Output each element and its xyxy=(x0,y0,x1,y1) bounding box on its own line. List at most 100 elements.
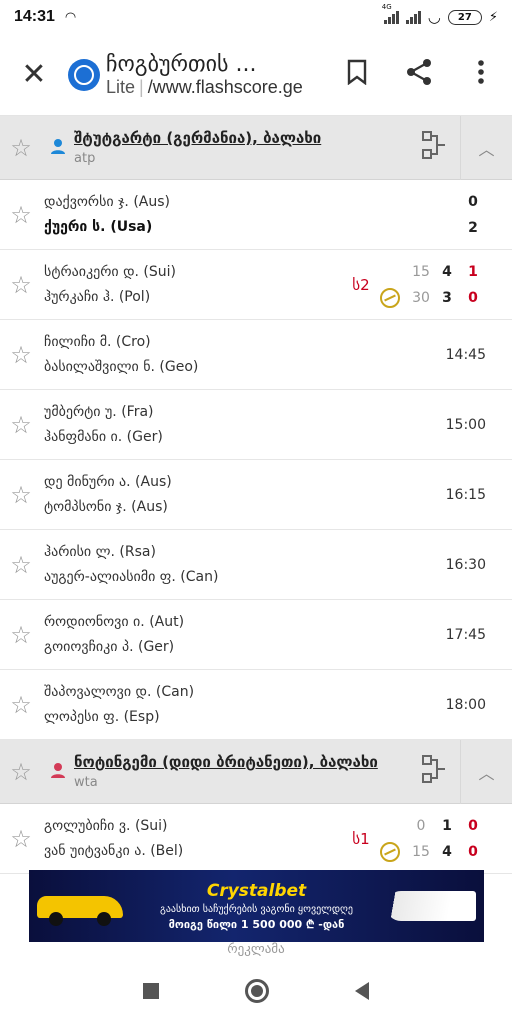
player-away: ტომპსონი ჯ. (Aus) xyxy=(44,499,168,515)
browser-toolbar: ✕ ჩოგბურთის ... Lite |/www.flashscore.ge xyxy=(0,34,512,116)
collapse-button[interactable]: ︿ xyxy=(460,739,512,804)
start-time: 16:15 xyxy=(445,486,486,503)
wifi-icon: ◠ xyxy=(64,9,77,25)
match-row[interactable]: ☆ როდიონოვი ი. (Aut) გოიოვჩიკი პ. (Ger) … xyxy=(0,600,512,670)
star-icon[interactable]: ☆ xyxy=(0,551,42,579)
star-icon[interactable]: ☆ xyxy=(0,481,42,509)
score-away: 2 xyxy=(468,219,478,236)
atp-player-icon xyxy=(42,138,74,158)
player-home: სტრაიკერი დ. (Sui) xyxy=(44,264,176,280)
player-home: დე მინური ა. (Aus) xyxy=(44,474,172,490)
star-icon[interactable]: ☆ xyxy=(0,621,42,649)
star-icon[interactable]: ☆ xyxy=(0,691,42,719)
network-type: 4G xyxy=(381,3,392,11)
league-name[interactable]: შტუტგარტი (გერმანია), ბალახი xyxy=(74,129,408,147)
sets-won: 0 xyxy=(468,843,478,860)
bookmark-button[interactable] xyxy=(326,59,388,91)
collapse-button[interactable]: ︿ xyxy=(460,115,512,180)
match-row[interactable]: ☆ დე მინური ა. (Aus) ტომპსონი ჯ. (Aus) 1… xyxy=(0,460,512,530)
player-home: დაქვორსი ჯ. (Aus) xyxy=(44,194,170,210)
match-list: ☆ შტუტგარტი (გერმანია), ბალახი atp ︿ ☆ დ… xyxy=(0,115,512,874)
page-title: ჩოგბურთის ... xyxy=(106,51,257,77)
league-name[interactable]: ნოტინგემი (დიდი ბრიტანეთი), ბალახი xyxy=(74,753,408,771)
match-row-live[interactable]: ☆ გოლუბიჩი ვ. (Sui) ვან უიტვანკი ა. (Bel… xyxy=(0,804,512,874)
match-row[interactable]: ☆ ჩილიჩი მ. (Cro) ბასილაშვილი ნ. (Geo) 1… xyxy=(0,320,512,390)
league-header[interactable]: ☆ შტუტგარტი (გერმანია), ბალახი atp ︿ xyxy=(0,115,512,180)
match-row[interactable]: ☆ უმბერტი უ. (Fra) ჰანფმანი ი. (Ger) 15:… xyxy=(0,390,512,460)
set-games: 4 xyxy=(442,263,452,280)
address-block[interactable]: ჩოგბურთის ... Lite |/www.flashscore.ge xyxy=(106,52,326,98)
game-points: 15 xyxy=(412,263,430,280)
sets-won: 0 xyxy=(468,289,478,306)
status-bar: 14:31 ◠ 4G ◡ 27 ⚡ xyxy=(0,0,512,34)
chevron-up-icon: ︿ xyxy=(478,139,495,159)
player-away: ბასილაშვილი ნ. (Geo) xyxy=(44,359,199,375)
player-away: ლოპესი ფ. (Esp) xyxy=(44,709,160,725)
score-home: 0 xyxy=(468,193,478,210)
back-icon[interactable] xyxy=(355,982,369,1000)
draw-icon[interactable] xyxy=(408,130,460,166)
start-time: 17:45 xyxy=(445,626,486,643)
player-away: გოიოვჩიკი პ. (Ger) xyxy=(44,639,175,655)
draw-icon[interactable] xyxy=(408,754,460,790)
ad-banner[interactable]: Crystalbet გაასხით საჩუქრების ვაგონი ყოვ… xyxy=(29,870,484,942)
player-away: ჰანფმანი ი. (Ger) xyxy=(44,429,163,445)
star-icon[interactable]: ☆ xyxy=(0,758,42,786)
signal-icon: 4G xyxy=(382,3,399,24)
league-tour: wta xyxy=(74,775,98,790)
player-away: ვან უიტვანკი ა. (Bel) xyxy=(44,843,184,859)
match-row-live[interactable]: ☆ სტრაიკერი დ. (Sui) ჰურკაჩი ჰ. (Pol) ს2… xyxy=(0,250,512,320)
game-points: 0 xyxy=(416,817,426,834)
chevron-up-icon: ︿ xyxy=(478,763,495,783)
league-info: შტუტგარტი (გერმანია), ბალახი atp xyxy=(74,129,408,166)
player-home: როდიონოვი ი. (Aut) xyxy=(44,614,185,630)
clock: 14:31 xyxy=(14,8,55,25)
recents-icon[interactable] xyxy=(143,983,159,999)
menu-button[interactable] xyxy=(450,59,512,91)
url-line: Lite |/www.flashscore.ge xyxy=(106,76,303,97)
league-header[interactable]: ☆ ნოტინგემი (დიდი ბრიტანეთი), ბალახი wta… xyxy=(0,739,512,804)
star-icon[interactable]: ☆ xyxy=(0,825,42,853)
sets-won: 1 xyxy=(468,263,478,280)
game-points: 15 xyxy=(412,843,430,860)
set-games: 4 xyxy=(442,843,452,860)
star-icon[interactable]: ☆ xyxy=(0,201,42,229)
start-time: 16:30 xyxy=(445,556,486,573)
site-logo-icon xyxy=(68,58,100,91)
wta-player-icon xyxy=(42,762,74,782)
sets-won: 0 xyxy=(468,817,478,834)
system-nav-bar xyxy=(0,958,512,1024)
player-home: შაპოვალოვი დ. (Can) xyxy=(44,684,195,700)
match-row[interactable]: ☆ შაპოვალოვი დ. (Can) ლოპესი ფ. (Esp) 18… xyxy=(0,670,512,740)
player-away: აუგერ-ალიასიმი ფ. (Can) xyxy=(44,569,219,585)
home-icon[interactable] xyxy=(245,979,269,1003)
lite-label: Lite xyxy=(106,76,136,97)
ad-label: რეკლამა xyxy=(227,942,285,957)
player-home: უმბერტი უ. (Fra) xyxy=(44,404,154,420)
car-graphic xyxy=(37,884,127,928)
status-icons: 4G ◡ 27 ⚡ xyxy=(382,3,498,26)
set-indicator: ს1 xyxy=(352,829,370,848)
star-icon[interactable]: ☆ xyxy=(0,411,42,439)
match-row[interactable]: ☆ დაქვორსი ჯ. (Aus) ქუერი ს. (Usa) 0 2 xyxy=(0,180,512,250)
league-tour: atp xyxy=(74,151,96,166)
serving-ball-icon xyxy=(380,841,400,862)
player-away: ჰურკაჩი ჰ. (Pol) xyxy=(44,289,151,305)
start-time: 18:00 xyxy=(445,696,486,713)
share-button[interactable] xyxy=(388,58,450,92)
ad-line-2: მოიგე წილი 1 500 000 ₾ -დან xyxy=(168,917,345,931)
url-text: /www.flashscore.ge xyxy=(147,76,303,97)
battery-icon: 27 xyxy=(447,9,482,25)
close-button[interactable]: ✕ xyxy=(0,57,68,92)
star-icon[interactable]: ☆ xyxy=(0,271,42,299)
star-icon[interactable]: ☆ xyxy=(0,134,42,162)
set-games: 1 xyxy=(442,817,452,834)
share-icon xyxy=(407,58,431,85)
more-vert-icon xyxy=(478,59,484,84)
star-icon[interactable]: ☆ xyxy=(0,341,42,369)
signal-icon-2 xyxy=(405,10,421,24)
ad-line-1: გაასხით საჩუქრების ვაგონი ყოველდღე xyxy=(160,903,353,915)
league-info: ნოტინგემი (დიდი ბრიტანეთი), ბალახი wta xyxy=(74,753,408,790)
battery-level: 27 xyxy=(457,11,472,23)
match-row[interactable]: ☆ ჰარისი ლ. (Rsa) აუგერ-ალიასიმი ფ. (Can… xyxy=(0,530,512,600)
